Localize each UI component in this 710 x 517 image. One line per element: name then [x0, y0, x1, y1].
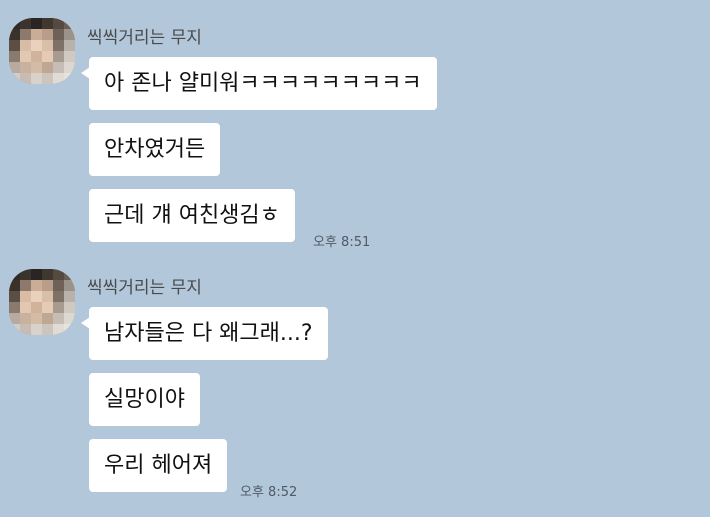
- pixelated-profile-image: [9, 269, 75, 335]
- message-bubble[interactable]: 근데 걔 여친생김ㅎ: [89, 189, 295, 242]
- message-bubble[interactable]: 실망이야: [89, 373, 200, 426]
- message-bubble[interactable]: 우리 헤어져: [89, 439, 228, 492]
- sender-name: 씩씩거리는 무지: [87, 28, 202, 48]
- message-bubble[interactable]: 아 존나 얄미워ㅋㅋㅋㅋㅋㅋㅋㅋㅋ: [81, 57, 437, 110]
- message-bubble[interactable]: 안차였거든: [89, 123, 221, 176]
- sender-avatar[interactable]: [9, 18, 75, 84]
- message-timestamp: 오후 8:52: [240, 485, 298, 500]
- message-bubble[interactable]: 남자들은 다 왜그래...?: [81, 307, 328, 360]
- pixelated-profile-image: [9, 18, 75, 84]
- message-timestamp: 오후 8:51: [313, 235, 371, 250]
- sender-avatar[interactable]: [9, 269, 75, 335]
- sender-name: 씩씩거리는 무지: [87, 278, 202, 298]
